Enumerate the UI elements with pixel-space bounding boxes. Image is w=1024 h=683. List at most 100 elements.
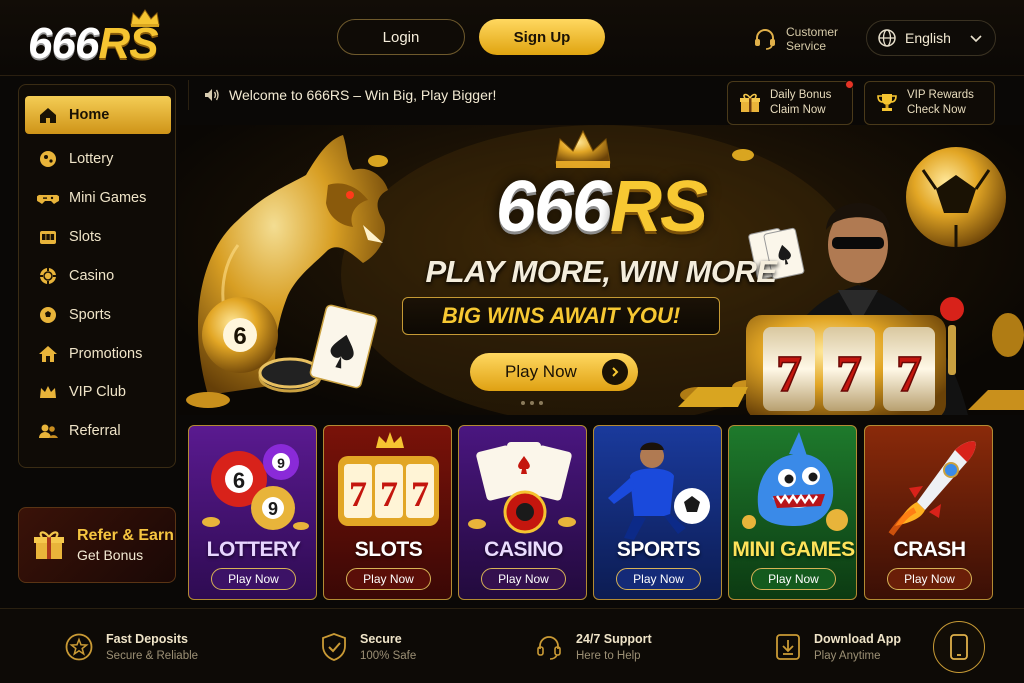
game-card-play-button[interactable]: Play Now [346,568,431,590]
site-logo[interactable]: 666RS [28,8,198,68]
sidebar-item-label: Lottery [69,151,114,167]
sidebar-item-label: Sports [69,307,111,323]
feature-fast-deposits: Fast Deposits Secure & Reliable [64,629,198,665]
chip-icon [40,268,56,284]
feature-title: 24/7 Support [576,632,652,646]
refer-earn-banner[interactable]: Refer & Earn Get Bonus [18,507,176,583]
mobile-app-button[interactable] [933,621,985,673]
star-badge-icon [65,633,93,661]
sidebar-item-label: Referral [69,423,121,439]
lottery-ball-number: 6 [233,468,245,493]
feature-title: Secure [360,632,402,646]
game-card-play-button[interactable]: Play Now [751,568,836,590]
lottery-ball-number: 9 [277,455,285,471]
carousel-dot[interactable] [521,401,525,405]
slot-reel-symbol: 7 [411,474,429,514]
sidebar-item-lottery[interactable]: Lottery [25,140,171,178]
game-card-title: SPORTS [616,538,701,561]
carousel-dot[interactable] [530,401,534,405]
slot-reel-symbol: 7 [349,474,367,514]
slot-machine-icon [40,231,56,244]
login-button[interactable]: Login [337,19,465,55]
globe-icon [878,29,896,47]
game-card-slots[interactable]: 7 7 7 SLOTS Play Now [323,425,452,600]
feature-subtitle: 100% Safe [360,650,417,662]
hero-banner[interactable]: 6 7 7 7 666RS PLAY MORE, WIN MORE BIG WI… [178,125,1024,415]
home-icon [40,108,56,123]
trophy-icon [877,94,897,111]
sidebar-item-home[interactable]: Home [25,96,171,134]
game-card-play-button[interactable]: Play Now [887,568,972,590]
hero-play-now-button[interactable]: Play Now [470,353,638,391]
chevron-down-icon [970,35,982,43]
speaker-icon [205,89,219,101]
announcement-ticker: Welcome to 666RS – Win Big, Play Bigger! [188,80,718,110]
slot-reels-art: 7 7 7 [338,432,439,526]
customer-service-link[interactable]: Customer Service [752,24,838,54]
sidebar-item-promotions[interactable]: Promotions [25,335,171,373]
game-card-sports[interactable]: SPORTS Play Now [593,425,722,600]
game-card-play-button[interactable]: Play Now [616,568,701,590]
sidebar-item-casino[interactable]: Casino [25,257,171,295]
feature-subtitle: Here to Help [576,650,641,662]
game-card-casino[interactable]: CASINO Play Now [458,425,587,600]
sidebar-item-label: VIP Club [69,384,126,400]
customer-service-label-2: Service [786,39,827,53]
sidebar-item-slots[interactable]: Slots [25,218,171,256]
hero-slot-symbol: 7 [836,346,862,403]
game-card-title: LOTTERY [206,538,301,561]
refer-title: Refer & Earn [77,527,174,544]
hero-play-now-label: Play Now [505,362,577,381]
carousel-dots[interactable] [521,401,543,405]
game-card-title: CRASH [893,538,966,561]
feature-download-app[interactable]: Download App Play Anytime [774,629,901,665]
signup-button[interactable]: Sign Up [479,19,605,55]
headset-icon [755,29,775,50]
game-card-play-button[interactable]: Play Now [481,568,566,590]
footer-features-bar: Fast Deposits Secure & Reliable Secure 1… [0,608,1024,683]
hero-title-white: 666 [495,167,612,247]
download-icon [776,634,800,660]
sidebar-item-referral[interactable]: Referral [25,412,171,450]
customer-service-label-1: Customer [786,25,839,39]
sports-player-art [608,442,710,540]
language-select[interactable]: English [866,20,996,56]
sidebar-item-sports[interactable]: Sports [25,296,171,334]
house-promo-icon [39,346,57,362]
gift-icon [34,531,64,559]
rocket-art [888,441,976,536]
slot-reel-symbol: 7 [380,474,398,514]
vip-rewards-button[interactable]: VIP Rewards Check Now [864,81,995,125]
sidebar-item-mini-games[interactable]: Mini Games [25,179,171,217]
feature-title: Download App [814,632,902,646]
shark-mascot-art [742,432,848,531]
lottery-ball-icon [40,151,56,167]
logo-text-gold: RS [98,19,158,68]
notification-dot [845,80,854,89]
game-card-lottery[interactable]: 6 9 9 LOTTERY Play Now [188,425,317,600]
shield-check-icon [322,633,346,661]
gamepad-icon [37,194,59,204]
hero-slot-symbol: 7 [896,346,922,403]
game-card-crash[interactable]: CRASH Play Now [864,425,993,600]
logo-text-white: 666 [28,19,99,68]
gift-icon [740,93,760,112]
feature-secure: Secure 100% Safe [320,629,416,665]
phone-icon [950,634,968,660]
sidebar-item-label: Home [69,107,110,123]
feature-support: 24/7 Support Here to Help [534,629,652,665]
game-card-title: CASINO [484,538,563,561]
announcement-text: Welcome to 666RS – Win Big, Play Bigger! [229,87,497,103]
hero-slot-symbol: 7 [776,346,802,403]
hero-tagline: BIG WINS AWAIT YOU! [402,297,720,335]
feature-subtitle: Secure & Reliable [106,650,199,662]
game-card-play-button[interactable]: Play Now [211,568,296,590]
carousel-dot[interactable] [539,401,543,405]
game-card-mini-games[interactable]: MINI GAMES Play Now [728,425,857,600]
top-header: 666RS Login Sign Up Customer Service Eng… [0,0,1024,76]
sidebar-item-vip-club[interactable]: VIP Club [25,373,171,411]
lottery-ball-number: 9 [268,499,278,519]
daily-bonus-sub: Claim Now [770,104,826,116]
daily-bonus-button[interactable]: Daily Bonus Claim Now [727,80,854,125]
crown-icon [40,386,56,398]
